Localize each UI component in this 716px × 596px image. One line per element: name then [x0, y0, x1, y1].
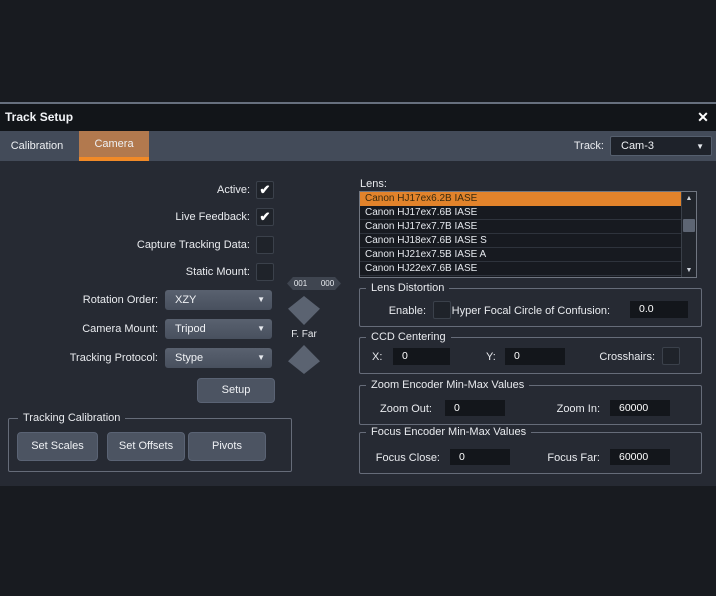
- camera-mount-label: Camera Mount:: [82, 323, 158, 335]
- hyper-focal-input[interactable]: 0.0: [630, 301, 688, 318]
- lens-item[interactable]: Canon HJ18ex7.6B IASE S: [360, 234, 681, 248]
- tab-bar: Calibration Camera Track: Cam-3 ▼: [0, 131, 716, 161]
- track-select-value: Cam-3: [621, 140, 655, 152]
- close-icon[interactable]: ✕: [690, 104, 716, 131]
- lens-item[interactable]: Canon HJ17ex6.2B IASE: [360, 192, 681, 206]
- crosshairs-checkbox[interactable]: ✔: [662, 347, 680, 365]
- capture-tracking-data-label: Capture Tracking Data:: [136, 239, 250, 251]
- tab-calibration-label: Calibration: [10, 140, 64, 152]
- check-icon: ✔: [259, 182, 271, 197]
- chevron-down-icon: ▼: [257, 324, 265, 333]
- rotation-order-value: XZY: [175, 294, 197, 306]
- tracking-protocol-select[interactable]: Stype ▼: [165, 348, 272, 368]
- scroll-down-icon[interactable]: ▼: [682, 264, 696, 277]
- scroll-up-icon[interactable]: ▲: [682, 192, 696, 205]
- lens-distortion-enable-checkbox[interactable]: ✔: [433, 301, 451, 319]
- track-select[interactable]: Cam-3 ▼: [610, 136, 712, 156]
- ccd-y-label: Y:: [486, 351, 496, 363]
- focus-encoder-title: Focus Encoder Min-Max Values: [366, 425, 532, 439]
- chevron-down-icon: ▼: [257, 353, 265, 362]
- focus-far-label: Focus Far:: [547, 452, 600, 464]
- check-icon: ✔: [259, 209, 271, 224]
- lens-item[interactable]: Canon HJ17ex7.6B IASE: [360, 206, 681, 220]
- zoom-out-input[interactable]: 0: [445, 400, 505, 416]
- camera-mount-select[interactable]: Tripod ▼: [165, 319, 272, 339]
- ccd-y-input[interactable]: 0: [505, 348, 565, 365]
- tracking-calibration-title: Tracking Calibration: [18, 411, 126, 425]
- focus-close-label: Focus Close:: [375, 452, 440, 464]
- enable-label: Enable:: [388, 305, 426, 317]
- zoom-out-label: Zoom Out:: [380, 403, 432, 415]
- scrollbar-thumb[interactable]: [683, 219, 695, 232]
- title-bar: Track Setup: [0, 104, 716, 131]
- tab-camera-label: Camera: [94, 138, 134, 150]
- lens-item[interactable]: Canon HJ21ex7.5B IASE A: [360, 248, 681, 262]
- tracking-protocol-label: Tracking Protocol:: [69, 352, 158, 364]
- ccd-centering-title: CCD Centering: [366, 330, 451, 344]
- zoom-in-input[interactable]: 60000: [610, 400, 670, 416]
- focus-close-input[interactable]: 0: [450, 449, 510, 465]
- lens-distortion-title: Lens Distortion: [366, 281, 450, 295]
- f-far-label: F. Far: [291, 329, 317, 340]
- chevron-down-icon: ▼: [696, 142, 704, 151]
- camera-mount-value: Tripod: [175, 323, 206, 335]
- rotation-order-select[interactable]: XZY ▼: [165, 290, 272, 310]
- tracking-protocol-value: Stype: [175, 352, 204, 364]
- screen: Track Setup ✕ Calibration Camera Track: …: [0, 0, 716, 596]
- live-feedback-label: Live Feedback:: [175, 211, 250, 223]
- rotation-order-label: Rotation Order:: [82, 294, 158, 306]
- focus-far-input[interactable]: 60000: [610, 449, 670, 465]
- ccd-x-input[interactable]: 0: [393, 348, 450, 365]
- static-mount-label: Static Mount:: [185, 266, 250, 278]
- crosshairs-label: Crosshairs:: [599, 351, 655, 363]
- lens-rows: Canon HJ17ex6.2B IASE Canon HJ17ex7.6B I…: [360, 192, 681, 277]
- set-offsets-button[interactable]: Set Offsets: [107, 432, 185, 461]
- lens-list: Canon HJ17ex6.2B IASE Canon HJ17ex7.6B I…: [359, 191, 697, 278]
- active-label: Active:: [216, 184, 250, 196]
- lens-item[interactable]: Canon HJ22ex7.6B IASE: [360, 262, 681, 276]
- capture-tracking-data-checkbox[interactable]: ✔: [256, 236, 274, 254]
- zoom-in-label: Zoom In:: [556, 403, 600, 415]
- static-mount-checkbox[interactable]: ✔: [256, 263, 274, 281]
- live-feedback-checkbox[interactable]: ✔: [256, 208, 274, 226]
- chevron-down-icon: ▼: [257, 295, 265, 304]
- lens-scrollbar[interactable]: ▲ ▼: [681, 192, 696, 277]
- tab-camera[interactable]: Camera: [79, 131, 149, 161]
- track-label: Track:: [573, 140, 604, 152]
- pivots-button[interactable]: Pivots: [188, 432, 266, 461]
- lens-item[interactable]: Canon HJ17ex7.7B IASE: [360, 220, 681, 234]
- ccd-x-label: X:: [372, 351, 383, 363]
- setup-button[interactable]: Setup: [197, 378, 275, 403]
- active-checkbox[interactable]: ✔: [256, 181, 274, 199]
- hyper-focal-label: Hyper Focal Circle of Confusion:: [451, 305, 610, 317]
- tab-calibration[interactable]: Calibration: [0, 131, 74, 161]
- zoom-encoder-title: Zoom Encoder Min-Max Values: [366, 378, 530, 392]
- dialog-title: Track Setup: [5, 110, 74, 124]
- set-scales-button[interactable]: Set Scales: [17, 432, 98, 461]
